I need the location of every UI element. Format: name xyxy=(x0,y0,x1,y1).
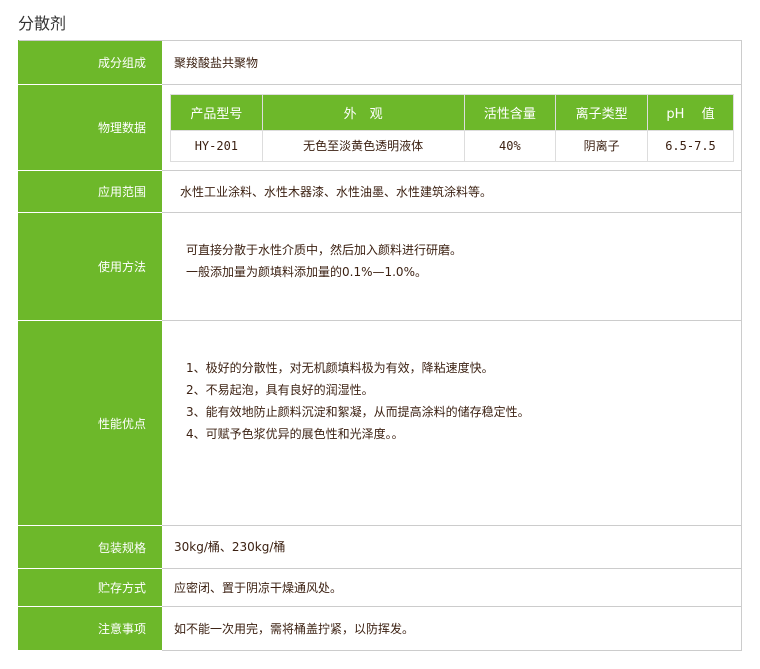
header: 离子类型 xyxy=(555,93,648,131)
header: pH 值 xyxy=(646,93,735,131)
label: 注意事项 xyxy=(18,606,162,651)
row-packaging: 包装规格 30kg/桶、230kg/桶 xyxy=(18,525,742,569)
value: 聚羧酸盐共聚物 xyxy=(162,40,742,85)
row-notes: 注意事项 如不能一次用完，需将桶盖拧紧，以防挥发。 xyxy=(18,606,742,651)
label: 贮存方式 xyxy=(18,568,162,607)
cell: 6.5-7.5 xyxy=(646,129,735,162)
label: 性能优点 xyxy=(18,320,162,526)
label: 成分组成 xyxy=(18,40,162,85)
line: 3、能有效地防止颜料沉淀和絮凝，从而提高涂料的储存稳定性。 xyxy=(186,405,530,419)
label: 使用方法 xyxy=(18,212,162,321)
physical-data-table: 产品型号外 观活性含量 离子类型 pH 值 HY-201 无色至淡黄色透明液体 40% 阴… xyxy=(170,93,735,162)
row-composition: 成分组成 聚羧酸盐共聚物 xyxy=(18,40,742,85)
line: 一般添加量为颜填料添加量的0.1%—1.0%。 xyxy=(186,265,427,279)
value: 如不能一次用完，需将桶盖拧紧，以防挥发。 xyxy=(162,606,742,651)
product-spec-table: 成分组成 聚羧酸盐共聚物 物理数据 产品型号外 观活性含量 离子类型 pH 值 HY-… xyxy=(18,40,742,651)
cell: 无色至淡黄色透明液体 xyxy=(261,129,465,162)
header: 产品型号 xyxy=(170,93,263,131)
row-advantages: 性能优点 1、极好的分散性，对无机颜填料极为有效，降粘速度快。 2、不易起泡，具有良… xyxy=(18,320,742,526)
line: 4、可赋予色浆优异的展色性和光泽度。。 xyxy=(186,427,404,441)
label: 包装规格 xyxy=(18,525,162,569)
line: 2、不易起泡，具有良好的润湿性。 xyxy=(186,383,374,397)
header: 外 观 xyxy=(261,93,465,131)
row-storage: 贮存方式 应密闭、置于阴凉干燥通风处。 xyxy=(18,568,742,607)
header: 活性含量 xyxy=(463,93,557,131)
cell: 阴离子 xyxy=(555,129,648,162)
row-application: 应用范围 水性工业涂料、水性木器漆、水性油墨、水性建筑涂料等。 xyxy=(18,170,742,213)
cell: 40% xyxy=(463,129,557,162)
value: 应密闭、置于阴凉干燥通风处。 xyxy=(162,568,742,607)
line: 1、极好的分散性，对无机颜填料极为有效，降粘速度快。 xyxy=(186,361,494,375)
row-usage: 使用方法 可直接分散于水性介质中，然后加入颜料进行研磨。 一般添加量为颜填料添加量的… xyxy=(18,212,742,321)
label: 应用范围 xyxy=(18,170,162,213)
cell: HY-201 xyxy=(170,129,263,162)
value: 水性工业涂料、水性木器漆、水性油墨、水性建筑涂料等。 xyxy=(162,170,742,213)
line: 可直接分散于水性介质中，然后加入颜料进行研磨。 xyxy=(186,243,463,257)
row-physical: 物理数据 产品型号外 观活性含量 离子类型 pH 值 HY-201 无色至淡黄色透明液… xyxy=(18,84,742,171)
label: 物理数据 xyxy=(18,84,162,171)
value: 30kg/桶、230kg/桶 xyxy=(162,525,742,569)
page-title: 分散剂 xyxy=(18,14,67,33)
